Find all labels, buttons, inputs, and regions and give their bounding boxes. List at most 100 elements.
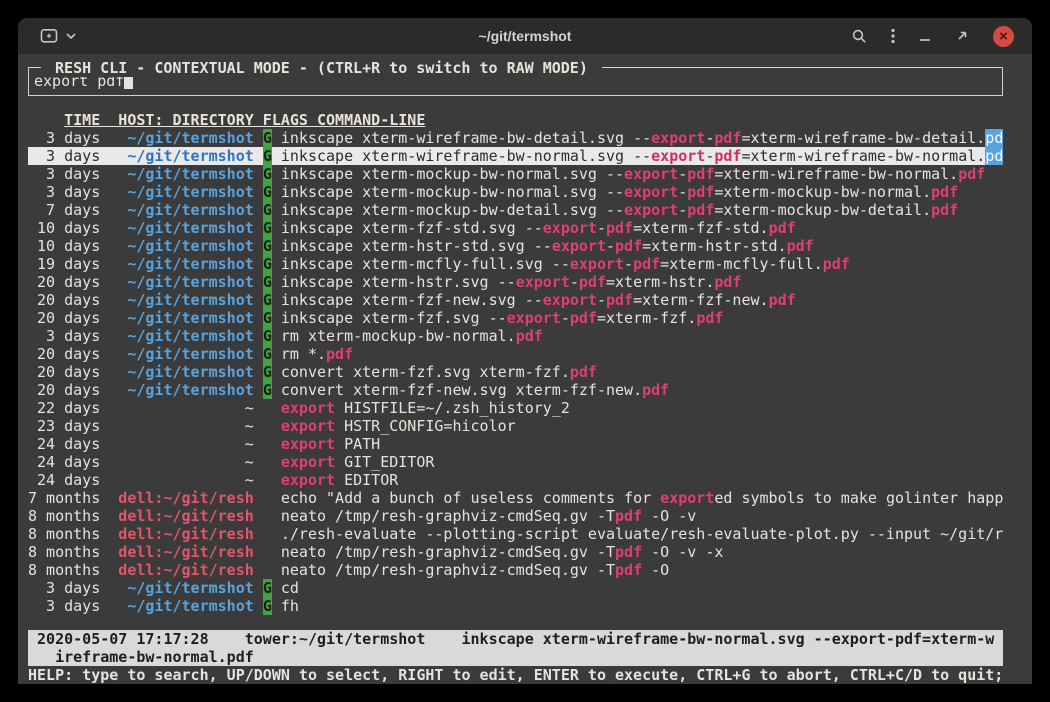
entry-command-segment: export: [651, 129, 705, 147]
entry-host-directory: ~/git/termshot: [109, 147, 254, 165]
entry-gap: [254, 417, 263, 435]
history-row[interactable]: 20 days ~/git/termshot G convert xterm-f…: [28, 381, 1003, 399]
entry-time: 24 days: [28, 453, 109, 471]
entry-command-segment: pdf: [687, 183, 714, 201]
history-row[interactable]: 22 days ~ export HISTFILE=~/.zsh_history…: [28, 399, 1003, 417]
entry-command-segment: export: [660, 489, 714, 507]
entry-command-segment: pdf: [615, 237, 642, 255]
entry-command-segment: pdf: [931, 201, 958, 219]
search-button[interactable]: [852, 24, 867, 48]
history-row[interactable]: 3 days ~/git/termshot G fh: [28, 597, 1003, 615]
entry-gap: [272, 489, 281, 507]
close-button[interactable]: ×: [993, 24, 1014, 48]
entry-host-directory: dell:~/git/resh: [109, 525, 254, 543]
entry-gap: [254, 165, 263, 183]
history-row[interactable]: 3 days ~/git/termshot G inkscape xterm-w…: [28, 147, 1003, 165]
entry-gap: [254, 381, 263, 399]
history-row[interactable]: 20 days ~/git/termshot G inkscape xterm-…: [28, 291, 1003, 309]
minimize-button[interactable]: [919, 24, 931, 48]
history-row[interactable]: 10 days ~/git/termshot G inkscape xterm-…: [28, 237, 1003, 255]
entry-command-segment: =xterm-hstr.: [606, 273, 714, 291]
entry-gap: [272, 561, 281, 579]
history-row[interactable]: 7 months dell:~/git/resh echo "Add a bun…: [28, 489, 1003, 507]
history-row[interactable]: 24 days ~ export GIT_EDITOR: [28, 453, 1003, 471]
history-row[interactable]: 23 days ~ export HSTR_CONFIG=hicolor: [28, 417, 1003, 435]
entry-command-segment: inkscape xterm-hstr-std.svg --: [281, 237, 552, 255]
entry-command-segment: export: [624, 201, 678, 219]
entry-gap: [254, 363, 263, 381]
history-row[interactable]: 10 days ~/git/termshot G inkscape xterm-…: [28, 219, 1003, 237]
entry-gap: [272, 399, 281, 417]
history-row[interactable]: 24 days ~ export PATH: [28, 435, 1003, 453]
entry-gap: [272, 327, 281, 345]
entry-host-directory: ~/git/termshot: [109, 597, 254, 615]
history-row[interactable]: 20 days ~/git/termshot G convert xterm-f…: [28, 363, 1003, 381]
entry-flag-git: G: [263, 291, 272, 309]
entry-command-segment: rm xterm-mockup-bw-normal.: [281, 327, 516, 345]
entry-gap: [254, 435, 263, 453]
history-row[interactable]: 19 days ~/git/termshot G inkscape xterm-…: [28, 255, 1003, 273]
history-row[interactable]: 8 months dell:~/git/resh neato /tmp/resh…: [28, 561, 1003, 579]
entry-flag-empty: [263, 399, 272, 417]
history-row[interactable]: 8 months dell:~/git/resh neato /tmp/resh…: [28, 507, 1003, 525]
entry-flag-empty: [263, 489, 272, 507]
history-row[interactable]: 24 days ~ export EDITOR: [28, 471, 1003, 489]
history-row[interactable]: 20 days ~/git/termshot G inkscape xterm-…: [28, 309, 1003, 327]
entry-command-segment: pd: [985, 147, 1003, 165]
entry-time: 23 days: [28, 417, 109, 435]
entry-command-segment: inkscape xterm-mockup-bw-normal.svg --: [281, 165, 624, 183]
entry-host-directory: ~: [109, 399, 254, 417]
entry-host-directory: ~/git/termshot: [109, 255, 254, 273]
help-bar: HELP: type to search, UP/DOWN to select,…: [28, 666, 1003, 684]
history-row[interactable]: 3 days ~/git/termshot G cd: [28, 579, 1003, 597]
entry-command-segment: =xterm-wireframe-bw-normal.: [741, 147, 985, 165]
entry-gap: [272, 237, 281, 255]
entry-gap: [254, 219, 263, 237]
entry-command-segment: pdf: [615, 507, 642, 525]
history-row[interactable]: 3 days ~/git/termshot G inkscape xterm-m…: [28, 165, 1003, 183]
history-row[interactable]: 7 days ~/git/termshot G inkscape xterm-m…: [28, 201, 1003, 219]
entry-command-segment: -: [606, 237, 615, 255]
selected-entry-details: 2020-05-07 17:17:28 tower:~/git/termshot…: [28, 630, 1003, 666]
entry-flag-git: G: [263, 237, 272, 255]
entry-gap: [254, 471, 263, 489]
titlebar[interactable]: ~/git/termshot: [18, 18, 1032, 54]
entry-command-segment: GIT_EDITOR: [335, 453, 434, 471]
table-header: TIME HOST: DIRECTORY FLAGS COMMAND-LINE: [28, 111, 1003, 129]
menu-button[interactable]: [891, 24, 895, 48]
entry-gap: [272, 381, 281, 399]
entry-gap: [254, 255, 263, 273]
entry-command-segment: -: [624, 255, 633, 273]
entry-command-segment: =xterm-fzf-std.: [633, 219, 768, 237]
history-row[interactable]: 3 days ~/git/termshot G rm xterm-mockup-…: [28, 327, 1003, 345]
history-row[interactable]: 20 days ~/git/termshot G inkscape xterm-…: [28, 273, 1003, 291]
history-row[interactable]: 8 months dell:~/git/resh ./resh-evaluate…: [28, 525, 1003, 543]
entry-flag-git: G: [263, 309, 272, 327]
entry-gap: [272, 273, 281, 291]
history-row[interactable]: 20 days ~/git/termshot G rm *.pdf: [28, 345, 1003, 363]
entry-command-segment: export: [281, 435, 335, 453]
minimize-icon: [919, 29, 931, 43]
entry-command-segment: inkscape xterm-fzf-new.svg --: [281, 291, 543, 309]
new-tab-button[interactable]: [40, 24, 58, 48]
restore-button[interactable]: [955, 24, 969, 48]
entry-command-segment: pdf: [516, 327, 543, 345]
entry-gap: [254, 237, 263, 255]
history-row[interactable]: 8 months dell:~/git/resh neato /tmp/resh…: [28, 543, 1003, 561]
history-row[interactable]: 3 days ~/git/termshot G inkscape xterm-w…: [28, 129, 1003, 147]
entry-host-directory: ~/git/termshot: [109, 363, 254, 381]
entry-time: 7 days: [28, 201, 109, 219]
tabs-dropdown-button[interactable]: [66, 24, 76, 48]
entry-host-directory: ~/git/termshot: [109, 273, 254, 291]
entry-gap: [272, 129, 281, 147]
resh-search-input[interactable]: RESH CLI - CONTEXTUAL MODE - (CTRL+R to …: [28, 67, 1003, 96]
entry-command-segment: fh: [281, 597, 299, 615]
entry-time: 8 months: [28, 525, 109, 543]
kebab-menu-icon: [891, 28, 895, 44]
entry-command-segment: export: [281, 471, 335, 489]
entry-host-directory: ~/git/termshot: [109, 237, 254, 255]
entry-host-directory: ~/git/termshot: [109, 201, 254, 219]
history-row[interactable]: 3 days ~/git/termshot G inkscape xterm-m…: [28, 183, 1003, 201]
entry-command-segment: pdf: [769, 291, 796, 309]
entry-command-segment: export: [516, 273, 570, 291]
